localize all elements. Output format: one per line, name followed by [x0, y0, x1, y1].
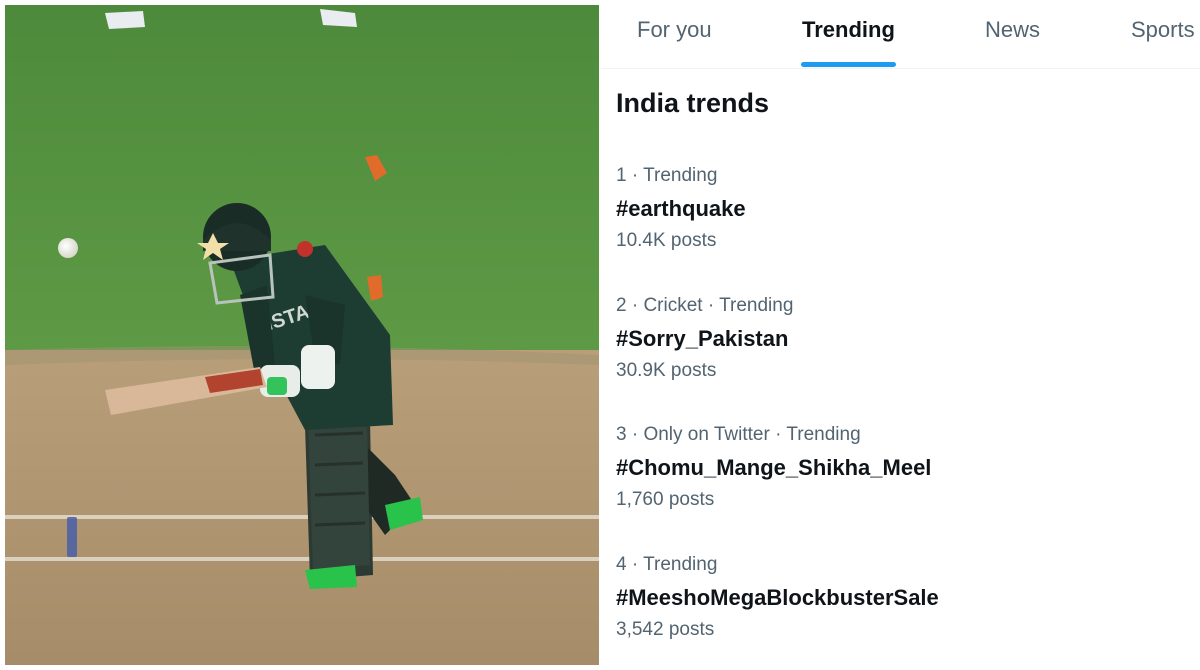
trend-meta: 1 · Trending — [616, 165, 718, 186]
active-tab-indicator — [801, 62, 896, 67]
trend-post-count: 3,542 posts — [616, 618, 715, 640]
trend-meta: 3 · Only on Twitter · Trending — [616, 424, 861, 445]
cricket-photo-illustration: KISTAN — [5, 5, 599, 665]
trend-name[interactable]: #Sorry_Pakistan — [616, 326, 788, 352]
page: KISTAN For you Trending News Sports Indi… — [0, 0, 1200, 670]
trend-meta: 2 · Cricket · Trending — [616, 294, 794, 316]
trend-item[interactable]: 2 · Cricket · Trending #Sorry_Pakistan 3… — [601, 290, 1200, 420]
trend-name[interactable]: #earthquake — [616, 196, 746, 222]
tab-trending[interactable]: Trending — [802, 17, 895, 43]
tab-news[interactable]: News — [985, 17, 1040, 43]
trend-item[interactable]: 4 · Trending #MeeshoMegaBlockbusterSale … — [601, 549, 1200, 670]
trend-name[interactable]: #MeeshoMegaBlockbusterSale — [616, 585, 939, 611]
trend-item[interactable]: 3 · Only on Twitter · Trending #Chomu_Ma… — [601, 419, 1200, 549]
trends-panel: For you Trending News Sports India trend… — [601, 0, 1200, 670]
trend-meta: 4 · Trending — [616, 553, 718, 575]
trend-name[interactable]: #Chomu_Mange_Shikha_Meel — [616, 455, 931, 481]
trend-post-count: 10.4K posts — [616, 230, 717, 251]
trend-item[interactable]: 1 · Trending #earthquake 10.4K posts — [601, 160, 1200, 290]
trend-post-count: 1,760 posts — [616, 489, 715, 510]
tab-for-you[interactable]: For you — [637, 17, 712, 43]
cricket-photo: KISTAN — [5, 5, 599, 665]
tab-bar: For you Trending News Sports — [601, 0, 1200, 69]
trend-post-count: 30.9K posts — [616, 359, 717, 381]
trend-list: 1 · Trending #earthquake 10.4K posts 2 ·… — [601, 160, 1200, 670]
tab-sports[interactable]: Sports — [1131, 17, 1195, 43]
page-title: India trends — [616, 88, 770, 118]
